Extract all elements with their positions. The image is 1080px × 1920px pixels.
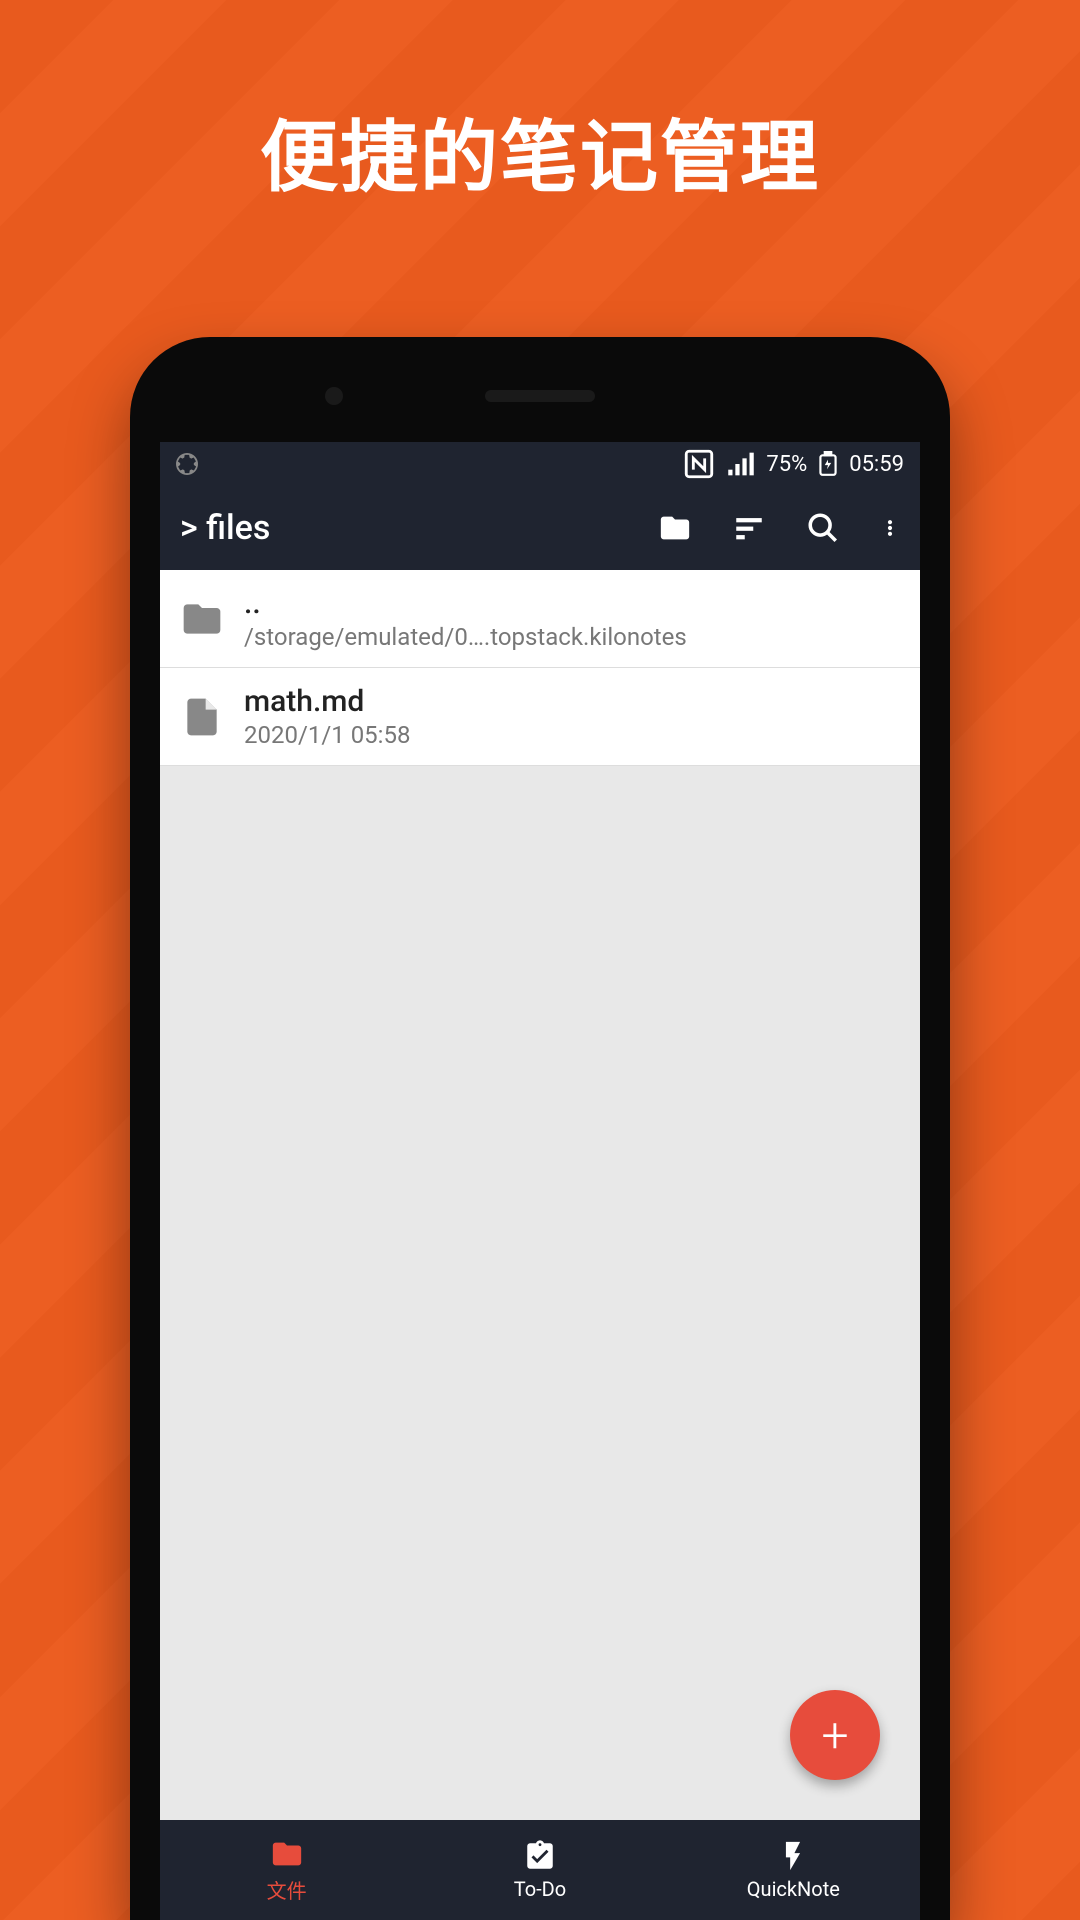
item-date: 2020/1/1 05:58: [244, 721, 900, 749]
sort-button[interactable]: [732, 511, 766, 545]
nav-label: To-Do: [514, 1877, 566, 1901]
phone-camera: [325, 387, 343, 405]
file-list: .. /storage/emulated/0….topstack.kilonot…: [160, 570, 920, 1820]
nav-label: QuickNote: [747, 1877, 840, 1901]
list-item-file[interactable]: math.md 2020/1/1 05:58: [160, 668, 920, 766]
settings-indicator-icon: [176, 453, 198, 475]
file-icon: [180, 695, 224, 739]
app-bar-title: > files: [180, 508, 658, 548]
nfc-icon: [682, 447, 716, 481]
nav-todo[interactable]: To-Do: [413, 1820, 666, 1920]
battery-charging-icon: [815, 447, 841, 481]
nav-quicknote[interactable]: QuickNote: [667, 1820, 920, 1920]
battery-percent: 75%: [766, 452, 807, 477]
folder-icon: [270, 1837, 304, 1871]
hero-title: 便捷的笔记管理: [260, 95, 820, 207]
lightning-icon: [776, 1839, 810, 1873]
nav-files[interactable]: 文件: [160, 1820, 413, 1920]
item-name: ..: [244, 586, 900, 621]
clock-time: 05:59: [849, 452, 904, 477]
folder-button[interactable]: [658, 511, 692, 545]
item-path: /storage/emulated/0….topstack.kilonotes: [244, 623, 900, 651]
phone-speaker: [485, 390, 595, 402]
status-bar: 75% 05:59: [160, 442, 920, 486]
nav-label: 文件: [267, 1875, 307, 1904]
clipboard-check-icon: [523, 1839, 557, 1873]
add-fab[interactable]: +: [790, 1690, 880, 1780]
plus-icon: +: [821, 1707, 848, 1764]
item-name: math.md: [244, 684, 900, 719]
search-button[interactable]: [806, 511, 840, 545]
screen: 75% 05:59 > files: [160, 442, 920, 1920]
signal-icon: [724, 447, 758, 481]
list-item-parent-dir[interactable]: .. /storage/emulated/0….topstack.kilonot…: [160, 570, 920, 668]
phone-frame: 75% 05:59 > files: [130, 337, 950, 1920]
folder-icon: [180, 597, 224, 641]
app-bar: > files: [160, 486, 920, 570]
bottom-nav: 文件 To-Do QuickNote: [160, 1820, 920, 1920]
overflow-menu-button[interactable]: [880, 511, 900, 545]
